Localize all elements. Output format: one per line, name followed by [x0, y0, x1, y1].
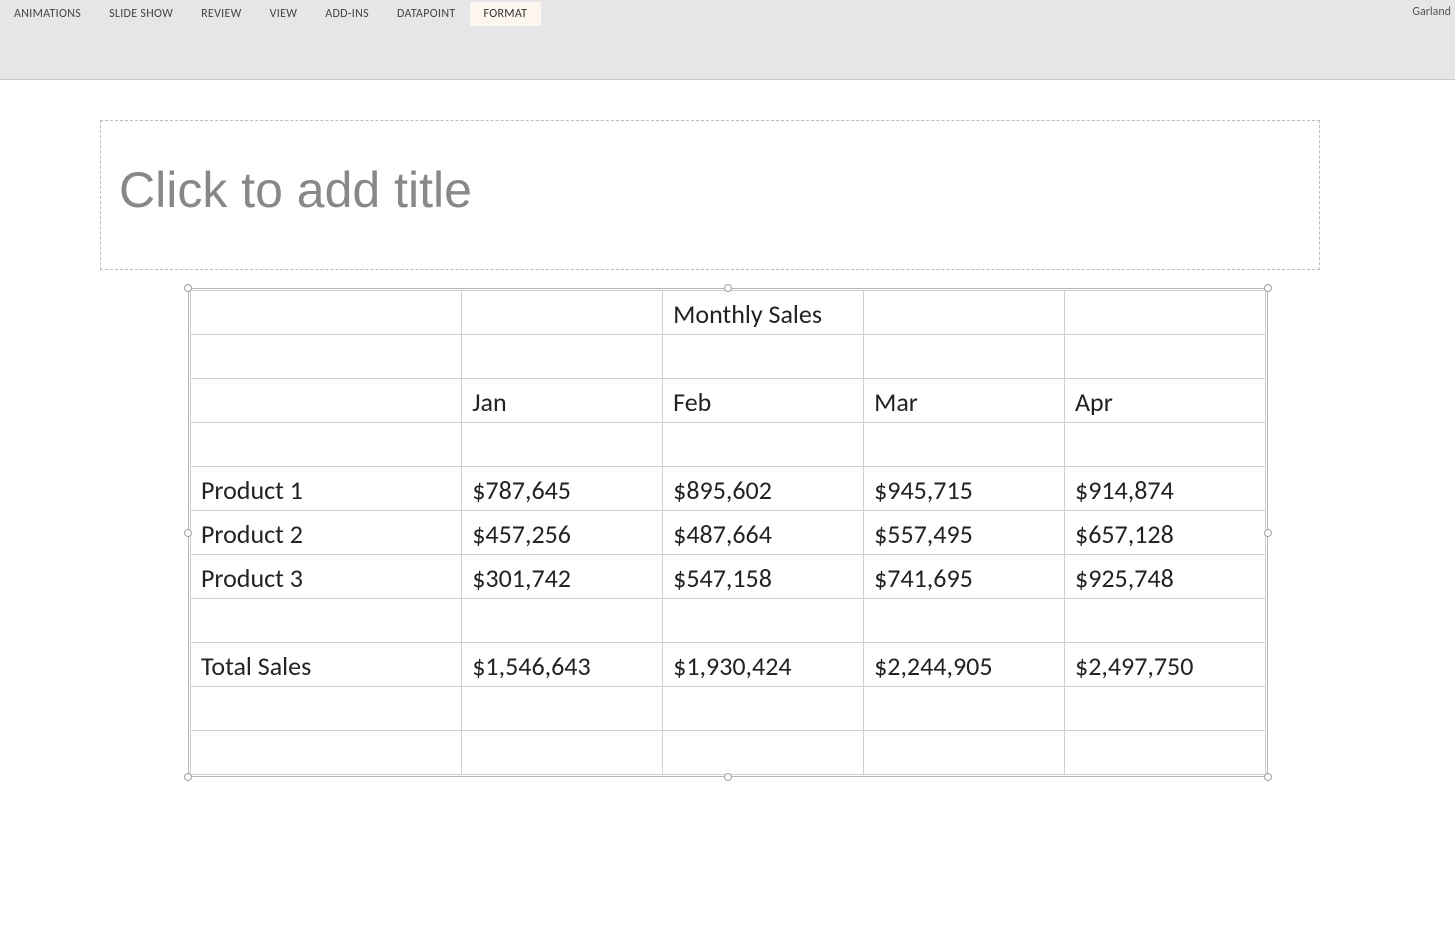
cell-value[interactable]: $1,546,643 [462, 643, 663, 687]
table-row[interactable]: Product 2 $457,256 $487,664 $557,495 $65… [191, 511, 1266, 555]
row-label-product3[interactable]: Product 3 [191, 555, 462, 599]
table-cell-blank[interactable] [462, 599, 663, 643]
table-cell-blank[interactable] [864, 599, 1065, 643]
table-cell-blank[interactable] [864, 335, 1065, 379]
cell-value[interactable]: $914,874 [1065, 467, 1266, 511]
table-cell-blank[interactable] [864, 731, 1065, 775]
table-title-cell[interactable]: Monthly Sales [663, 291, 864, 335]
table-cell-blank[interactable] [1065, 291, 1266, 335]
table-cell-blank[interactable] [462, 335, 663, 379]
resize-handle-bottom-right[interactable] [1264, 773, 1272, 781]
cell-value[interactable]: $925,748 [1065, 555, 1266, 599]
month-header-apr[interactable]: Apr [1065, 379, 1266, 423]
title-placeholder[interactable]: Click to add title [100, 120, 1320, 270]
slide: Click to add title Monthly Sales [10, 120, 1350, 775]
slide-canvas[interactable]: Click to add title Monthly Sales [0, 80, 1455, 775]
cell-value[interactable]: $787,645 [462, 467, 663, 511]
resize-handle-top-mid[interactable] [724, 284, 732, 292]
table-cell-blank[interactable] [191, 687, 462, 731]
table-cell-blank[interactable] [191, 423, 462, 467]
table-cell-blank[interactable] [663, 335, 864, 379]
tab-view[interactable]: VIEW [256, 2, 312, 26]
table-row[interactable]: Monthly Sales [191, 291, 1266, 335]
tab-animations[interactable]: ANIMATIONS [0, 2, 95, 26]
table-row[interactable] [191, 335, 1266, 379]
resize-handle-mid-left[interactable] [184, 529, 192, 537]
cell-value[interactable]: $457,256 [462, 511, 663, 555]
table-cell-blank[interactable] [191, 599, 462, 643]
cell-value[interactable]: $895,602 [663, 467, 864, 511]
table-cell-blank[interactable] [1065, 335, 1266, 379]
table-cell-blank[interactable] [462, 291, 663, 335]
table-row[interactable] [191, 599, 1266, 643]
cell-value[interactable]: $487,664 [663, 511, 864, 555]
table-cell-blank[interactable] [663, 599, 864, 643]
resize-handle-bottom-left[interactable] [184, 773, 192, 781]
cell-value[interactable]: $547,158 [663, 555, 864, 599]
table-cell-blank[interactable] [663, 687, 864, 731]
resize-handle-bottom-mid[interactable] [724, 773, 732, 781]
row-label-product1[interactable]: Product 1 [191, 467, 462, 511]
table-row[interactable]: Product 1 $787,645 $895,602 $945,715 $91… [191, 467, 1266, 511]
cell-value[interactable]: $2,497,750 [1065, 643, 1266, 687]
resize-handle-top-left[interactable] [184, 284, 192, 292]
tab-review[interactable]: REVIEW [187, 2, 256, 26]
table-cell-blank[interactable] [191, 379, 462, 423]
row-label-product2[interactable]: Product 2 [191, 511, 462, 555]
table-cell-blank[interactable] [1065, 731, 1266, 775]
table-row[interactable]: Product 3 $301,742 $547,158 $741,695 $92… [191, 555, 1266, 599]
table-row[interactable] [191, 687, 1266, 731]
tab-format[interactable]: FORMAT [470, 2, 542, 26]
cell-value[interactable]: $2,244,905 [864, 643, 1065, 687]
table-cell-blank[interactable] [462, 687, 663, 731]
ribbon-tabs-row: ANIMATIONS SLIDE SHOW REVIEW VIEW ADD-IN… [0, 0, 1455, 28]
resize-handle-mid-right[interactable] [1264, 529, 1272, 537]
table-row[interactable] [191, 731, 1266, 775]
table-cell-blank[interactable] [1065, 423, 1266, 467]
user-name-label[interactable]: Garland [1412, 5, 1451, 19]
table-cell-blank[interactable] [663, 423, 864, 467]
cell-value[interactable]: $657,128 [1065, 511, 1266, 555]
table-cell-blank[interactable] [191, 731, 462, 775]
tab-add-ins[interactable]: ADD-INS [311, 2, 383, 26]
resize-handle-top-right[interactable] [1264, 284, 1272, 292]
month-header-jan[interactable]: Jan [462, 379, 663, 423]
tab-slide-show[interactable]: SLIDE SHOW [95, 2, 187, 26]
table-selection-wrap: Monthly Sales Jan Feb Mar Apr [190, 290, 1266, 775]
sales-table[interactable]: Monthly Sales Jan Feb Mar Apr [190, 290, 1266, 775]
table-cell-blank[interactable] [191, 335, 462, 379]
table-cell-blank[interactable] [663, 731, 864, 775]
row-label-total[interactable]: Total Sales [191, 643, 462, 687]
table-row[interactable]: Total Sales $1,546,643 $1,930,424 $2,244… [191, 643, 1266, 687]
month-header-mar[interactable]: Mar [864, 379, 1065, 423]
cell-value[interactable]: $741,695 [864, 555, 1065, 599]
table-cell-blank[interactable] [864, 423, 1065, 467]
cell-value[interactable]: $1,930,424 [663, 643, 864, 687]
ribbon: ANIMATIONS SLIDE SHOW REVIEW VIEW ADD-IN… [0, 0, 1455, 80]
month-header-feb[interactable]: Feb [663, 379, 864, 423]
table-row[interactable]: Jan Feb Mar Apr [191, 379, 1266, 423]
table-cell-blank[interactable] [462, 731, 663, 775]
table-cell-blank[interactable] [462, 423, 663, 467]
table-cell-blank[interactable] [1065, 687, 1266, 731]
table-cell-blank[interactable] [191, 291, 462, 335]
ribbon-toolbar-area [0, 28, 1455, 80]
tab-datapoint[interactable]: DATAPOINT [383, 2, 470, 26]
table-cell-blank[interactable] [864, 291, 1065, 335]
cell-value[interactable]: $557,495 [864, 511, 1065, 555]
cell-value[interactable]: $945,715 [864, 467, 1065, 511]
cell-value[interactable]: $301,742 [462, 555, 663, 599]
table-cell-blank[interactable] [1065, 599, 1266, 643]
table-cell-blank[interactable] [864, 687, 1065, 731]
table-row[interactable] [191, 423, 1266, 467]
